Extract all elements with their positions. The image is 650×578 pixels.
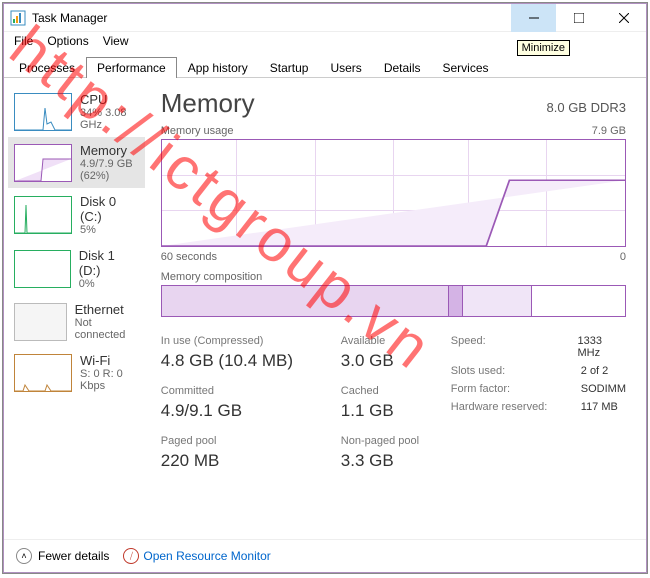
slots-label: Slots used: [451, 365, 551, 377]
page-title: Memory [161, 88, 255, 119]
ethernet-label: Ethernet [75, 302, 139, 317]
window-title: Task Manager [32, 11, 511, 25]
close-button[interactable] [601, 4, 646, 32]
tab-processes[interactable]: Processes [8, 57, 86, 78]
memory-capacity: 8.0 GB DDR3 [547, 100, 626, 115]
disk0-thumb [14, 196, 72, 234]
avail-label: Available [341, 335, 431, 347]
tab-startup[interactable]: Startup [259, 57, 320, 78]
cached-label: Cached [341, 385, 431, 397]
cpu-thumb [14, 93, 72, 131]
form-value: SODIMM [581, 383, 626, 395]
ethernet-thumb [14, 303, 67, 341]
usage-max: 7.9 GB [592, 125, 626, 137]
paged-value: 220 MB [161, 451, 321, 471]
tab-services[interactable]: Services [432, 57, 500, 78]
minimize-tooltip: Minimize [517, 40, 570, 56]
comp-label: Memory composition [161, 271, 262, 283]
reserved-value: 117 MB [581, 401, 618, 413]
memory-label: Memory [80, 143, 139, 158]
chevron-up-icon: ˄ [16, 548, 32, 564]
disk0-label: Disk 0 (C:) [80, 194, 139, 224]
fewer-details-button[interactable]: ˄ Fewer details [16, 548, 109, 564]
time-left: 60 seconds [161, 251, 217, 263]
sidebar-wifi[interactable]: Wi-FiS: 0 R: 0 Kbps [8, 347, 145, 398]
tab-users[interactable]: Users [319, 57, 372, 78]
disk1-thumb [14, 250, 71, 288]
sidebar-ethernet[interactable]: EthernetNot connected [8, 296, 145, 347]
wifi-label: Wi-Fi [80, 353, 139, 368]
memory-usage-chart [161, 139, 626, 247]
nonpaged-value: 3.3 GB [341, 451, 431, 471]
sidebar-disk1[interactable]: Disk 1 (D:)0% [8, 242, 145, 296]
nonpaged-label: Non-paged pool [341, 435, 431, 447]
app-icon [10, 10, 26, 26]
tab-details[interactable]: Details [373, 57, 432, 78]
menu-options[interactable]: Options [41, 32, 94, 52]
disk0-sub: 5% [80, 224, 139, 236]
cached-value: 1.1 GB [341, 401, 431, 421]
memory-composition-chart [161, 285, 626, 317]
paged-label: Paged pool [161, 435, 321, 447]
disk1-label: Disk 1 (D:) [79, 248, 139, 278]
open-resource-monitor-link[interactable]: ⧸ Open Resource Monitor [123, 548, 270, 564]
tab-performance[interactable]: Performance [86, 57, 177, 78]
reserved-label: Hardware reserved: [451, 401, 551, 413]
wifi-thumb [14, 354, 72, 392]
inuse-label: In use (Compressed) [161, 335, 321, 347]
disk1-sub: 0% [79, 278, 139, 290]
memory-thumb [14, 144, 72, 182]
cpu-label: CPU [80, 92, 139, 107]
usage-label: Memory usage [161, 125, 234, 137]
resource-monitor-label: Open Resource Monitor [143, 549, 270, 563]
sidebar-memory[interactable]: Memory4.9/7.9 GB (62%) [8, 137, 145, 188]
cpu-sub: 34% 3.08 GHz [80, 107, 139, 131]
ethernet-sub: Not connected [75, 317, 139, 341]
memory-sub: 4.9/7.9 GB (62%) [80, 158, 139, 182]
fewer-details-label: Fewer details [38, 549, 109, 563]
sidebar-disk0[interactable]: Disk 0 (C:)5% [8, 188, 145, 242]
form-label: Form factor: [451, 383, 551, 395]
committed-label: Committed [161, 385, 321, 397]
menu-view[interactable]: View [97, 32, 135, 52]
time-right: 0 [620, 251, 626, 263]
monitor-icon: ⧸ [123, 548, 139, 564]
tab-apphistory[interactable]: App history [177, 57, 259, 78]
maximize-button[interactable] [556, 4, 601, 32]
wifi-sub: S: 0 R: 0 Kbps [80, 368, 139, 392]
speed-label: Speed: [451, 335, 548, 359]
sidebar-cpu[interactable]: CPU34% 3.08 GHz [8, 86, 145, 137]
committed-value: 4.9/9.1 GB [161, 401, 321, 421]
avail-value: 3.0 GB [341, 351, 431, 371]
speed-value: 1333 MHz [578, 335, 627, 359]
minimize-button[interactable] [511, 4, 556, 32]
inuse-value: 4.8 GB (10.4 MB) [161, 351, 321, 371]
slots-value: 2 of 2 [581, 365, 609, 377]
menu-file[interactable]: File [8, 32, 39, 52]
